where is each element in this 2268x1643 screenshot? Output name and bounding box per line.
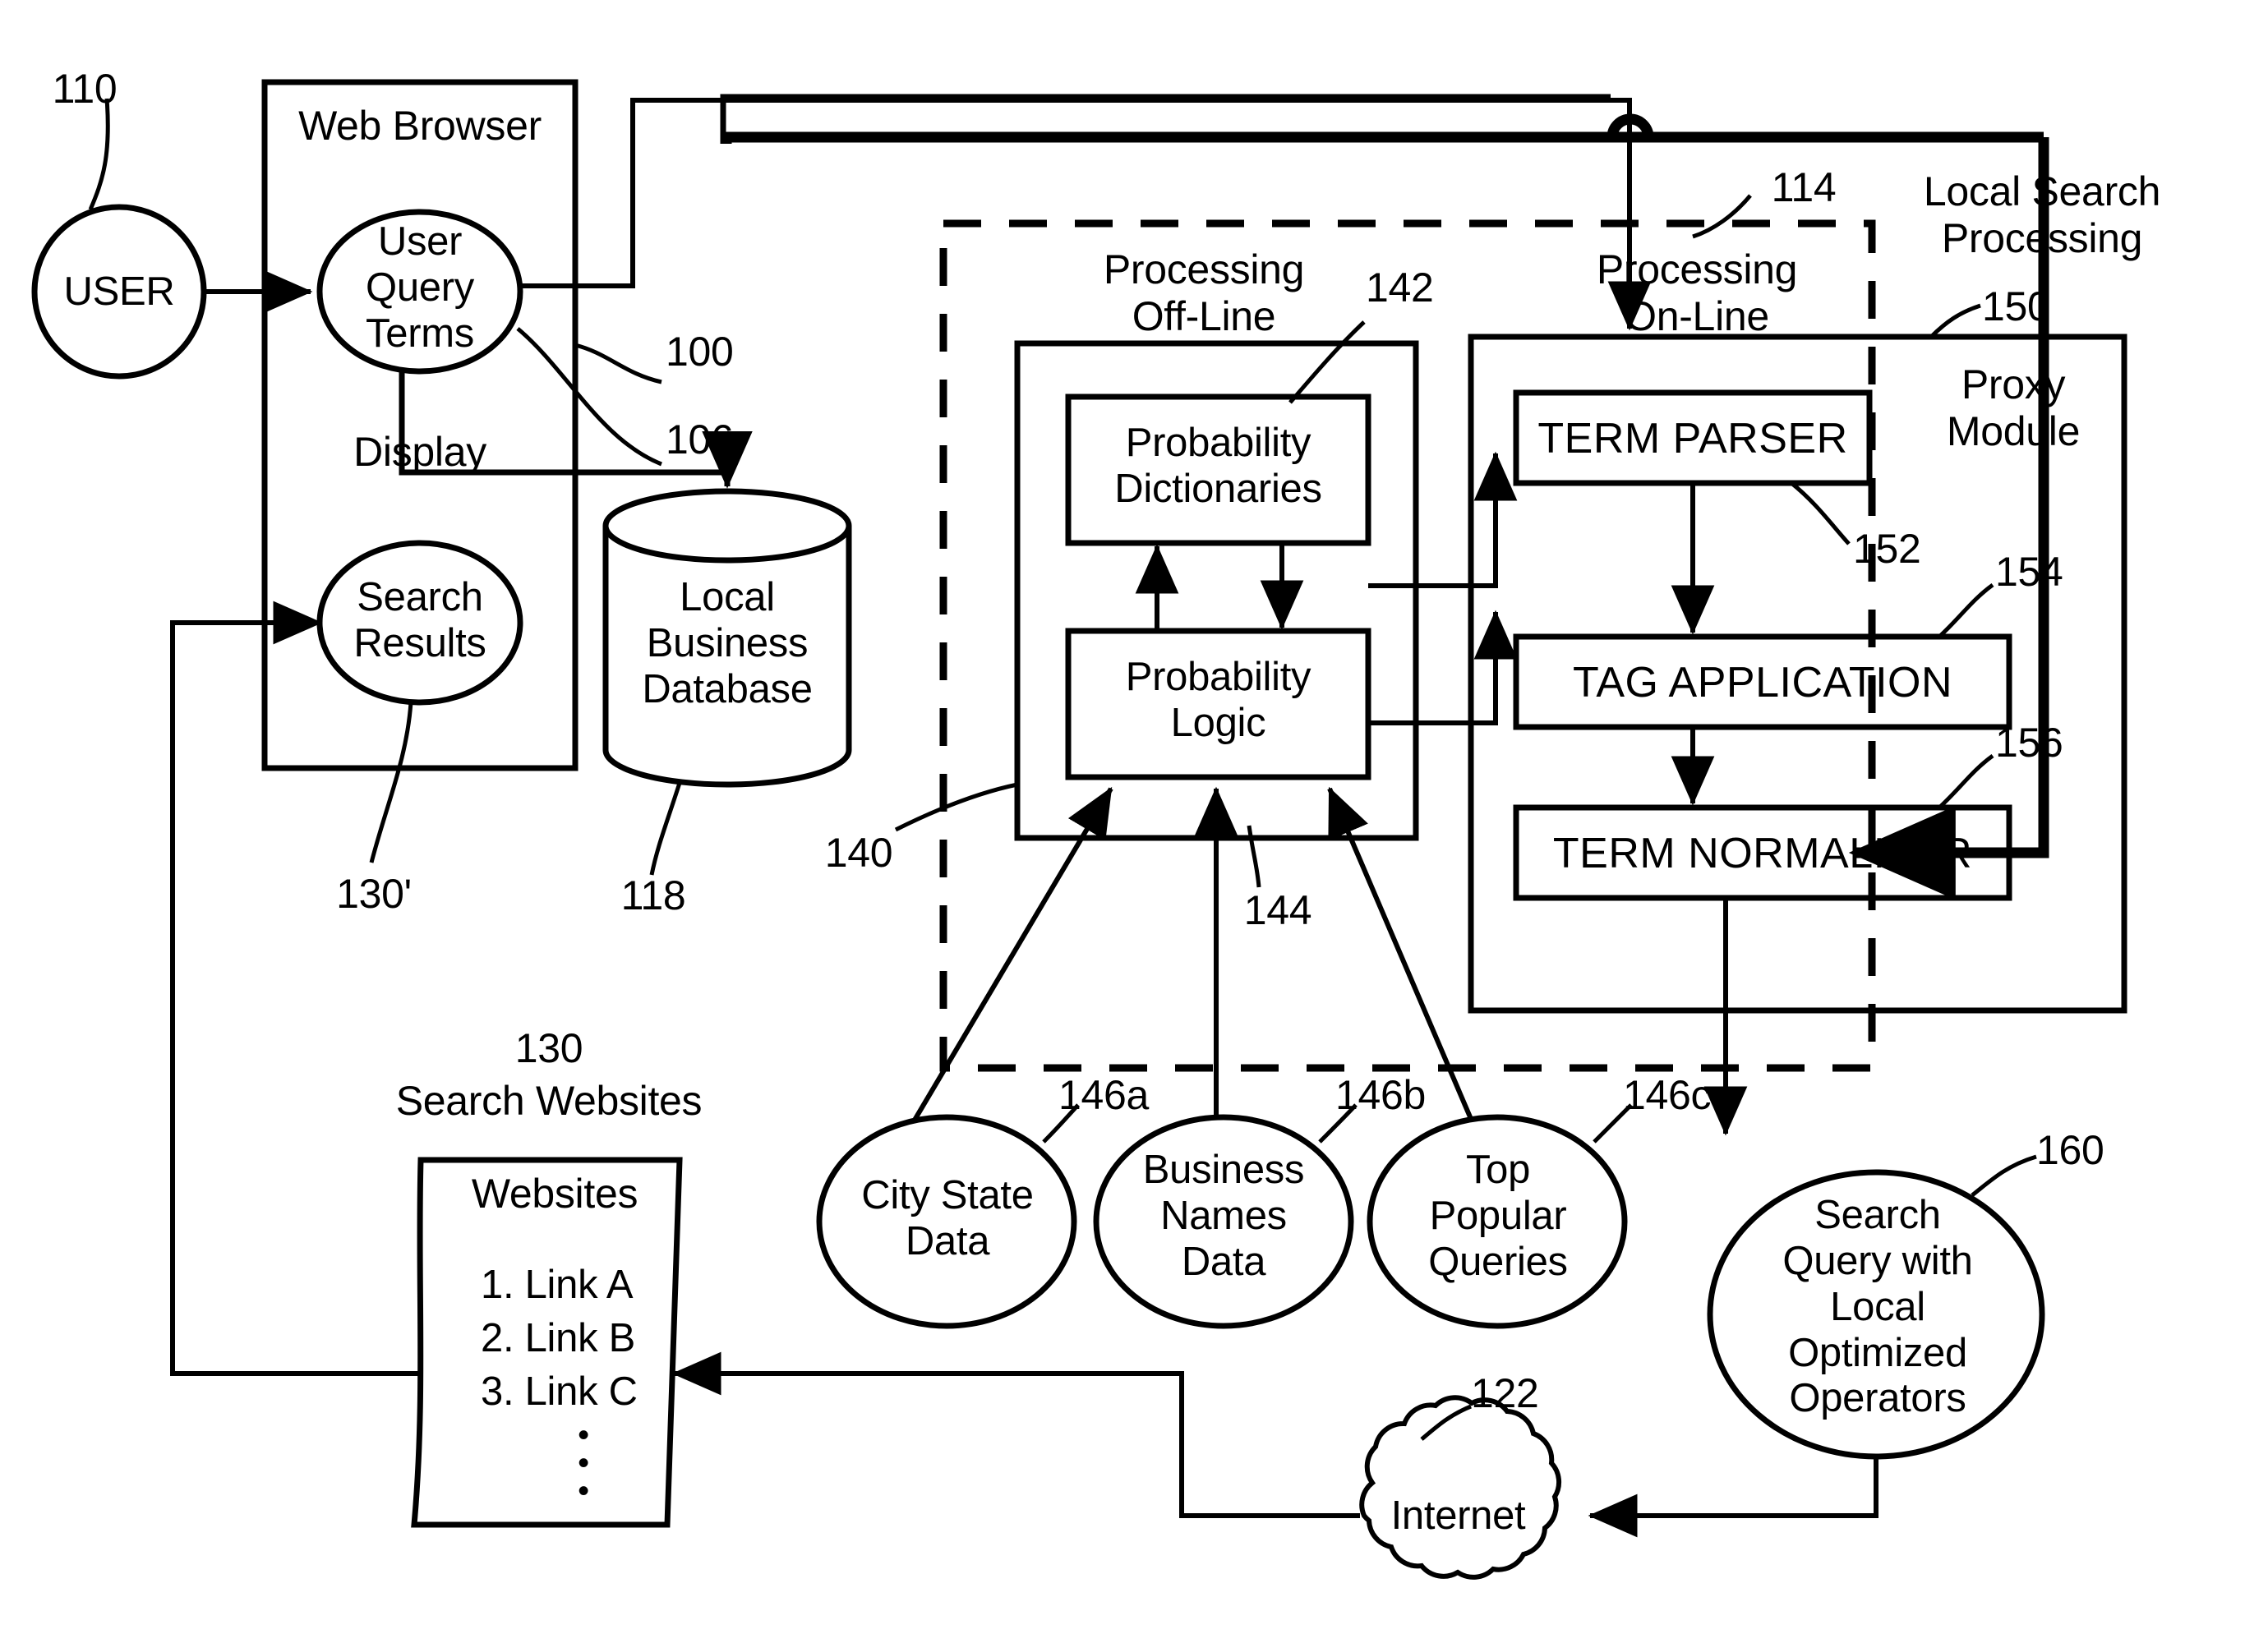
search-results-label: Search Results	[353, 575, 486, 665]
ref-leader-122	[1420, 1404, 1472, 1441]
ref-130-prime: 130'	[336, 871, 412, 917]
ref-114: 114	[1771, 164, 1837, 210]
ref-leader-156	[1938, 753, 1994, 809]
ref-100: 100	[666, 329, 734, 375]
local-search-processing-dashed-box	[939, 219, 1876, 1072]
proxy-module-label: Proxy Module	[1946, 361, 2081, 454]
ref-152: 152	[1853, 526, 1921, 572]
ref-106: 106	[666, 417, 734, 463]
ref-leader-154	[1938, 582, 1994, 638]
ref-leader-160	[1971, 1154, 2037, 1197]
ref-150: 150	[1982, 283, 2050, 329]
ref-160: 160	[2036, 1127, 2104, 1173]
ref-leader-144	[1247, 825, 1261, 888]
ref-leader-152	[1790, 481, 1851, 545]
business-names-data-label: Business Names Data	[1142, 1148, 1305, 1284]
ref-154: 154	[1995, 549, 2063, 595]
path-websites-to-search-results	[170, 620, 419, 1376]
tag-application-label: TAG APPLICATION	[1572, 659, 1953, 706]
ref-118: 118	[620, 872, 686, 918]
websites-doc-ellipsis: • • •	[578, 1417, 589, 1509]
ref-leader-114	[1692, 194, 1752, 239]
ref-122: 122	[1471, 1370, 1539, 1416]
processing-offline-box-shape	[1014, 340, 1419, 841]
ref-leader-118	[649, 780, 683, 876]
term-parser-label: TERM PARSER	[1537, 415, 1848, 463]
processing-online-label: Processing On-Line	[1596, 246, 1798, 339]
ref-leader-100	[574, 343, 662, 384]
patent-figure: 110 USER Web Browser User Query Terms Di…	[0, 0, 2268, 1643]
processing-offline-label: Processing Off-Line	[1103, 246, 1305, 339]
ref-110: 110	[52, 66, 118, 112]
path-logic-to-tag	[1368, 657, 1498, 725]
ref-leader-150	[1929, 303, 1981, 338]
term-normalizer-label: TERM NORMALIZER	[1552, 830, 1973, 877]
probability-dictionaries-label: Probability Dictionaries	[1114, 421, 1322, 511]
websites-doc-item-3[interactable]: 3. Link C	[481, 1362, 694, 1423]
probability-logic-label: Probability Logic	[1125, 655, 1311, 745]
ref-144: 144	[1243, 887, 1312, 933]
internet-cloud-shape	[1359, 1395, 1562, 1580]
local-db-top-shape	[602, 488, 852, 564]
web-browser-title: Web Browser	[298, 103, 542, 149]
ref-leader-130prime	[369, 702, 413, 863]
search-websites-label: Search Websites	[395, 1078, 703, 1124]
user-label: USER	[63, 269, 175, 314]
city-state-data-label: City State Data	[861, 1173, 1034, 1263]
websites-doc-item-1[interactable]: 1. Link A	[481, 1255, 694, 1316]
ref-146b: 146b	[1335, 1072, 1427, 1118]
ref-142: 142	[1366, 265, 1434, 311]
path-internet-to-websites	[690, 1371, 1360, 1518]
internet-label: Internet	[1390, 1493, 1526, 1538]
ref-leader-110	[88, 98, 110, 210]
path-query-to-internet	[1602, 1457, 1878, 1518]
user-query-terms-label: User Query Terms	[366, 219, 474, 356]
top-popular-queries-label: Top Popular Queries	[1428, 1148, 1568, 1284]
thick-bus-top	[721, 131, 2044, 144]
path-dict-to-parser	[1368, 509, 1498, 588]
ref-140: 140	[824, 830, 893, 876]
local-search-processing-label: Local Search Processing	[1923, 168, 2161, 261]
search-query-local-label: Search Query with Local Optimized Operat…	[1782, 1193, 1973, 1421]
ref-146a: 146a	[1058, 1072, 1150, 1118]
local-business-database-label: Local Business Database	[642, 575, 813, 711]
ref-146c: 146c	[1623, 1072, 1712, 1118]
ref-leader-140	[894, 782, 1018, 832]
local-db-bottom-shape	[602, 749, 852, 788]
websites-doc-title: Websites	[471, 1171, 638, 1217]
ref-156: 156	[1995, 720, 2063, 766]
websites-doc-item-2[interactable]: 2. Link B	[481, 1309, 694, 1369]
ref-130: 130	[514, 1025, 583, 1071]
display-label: Display	[353, 429, 486, 475]
